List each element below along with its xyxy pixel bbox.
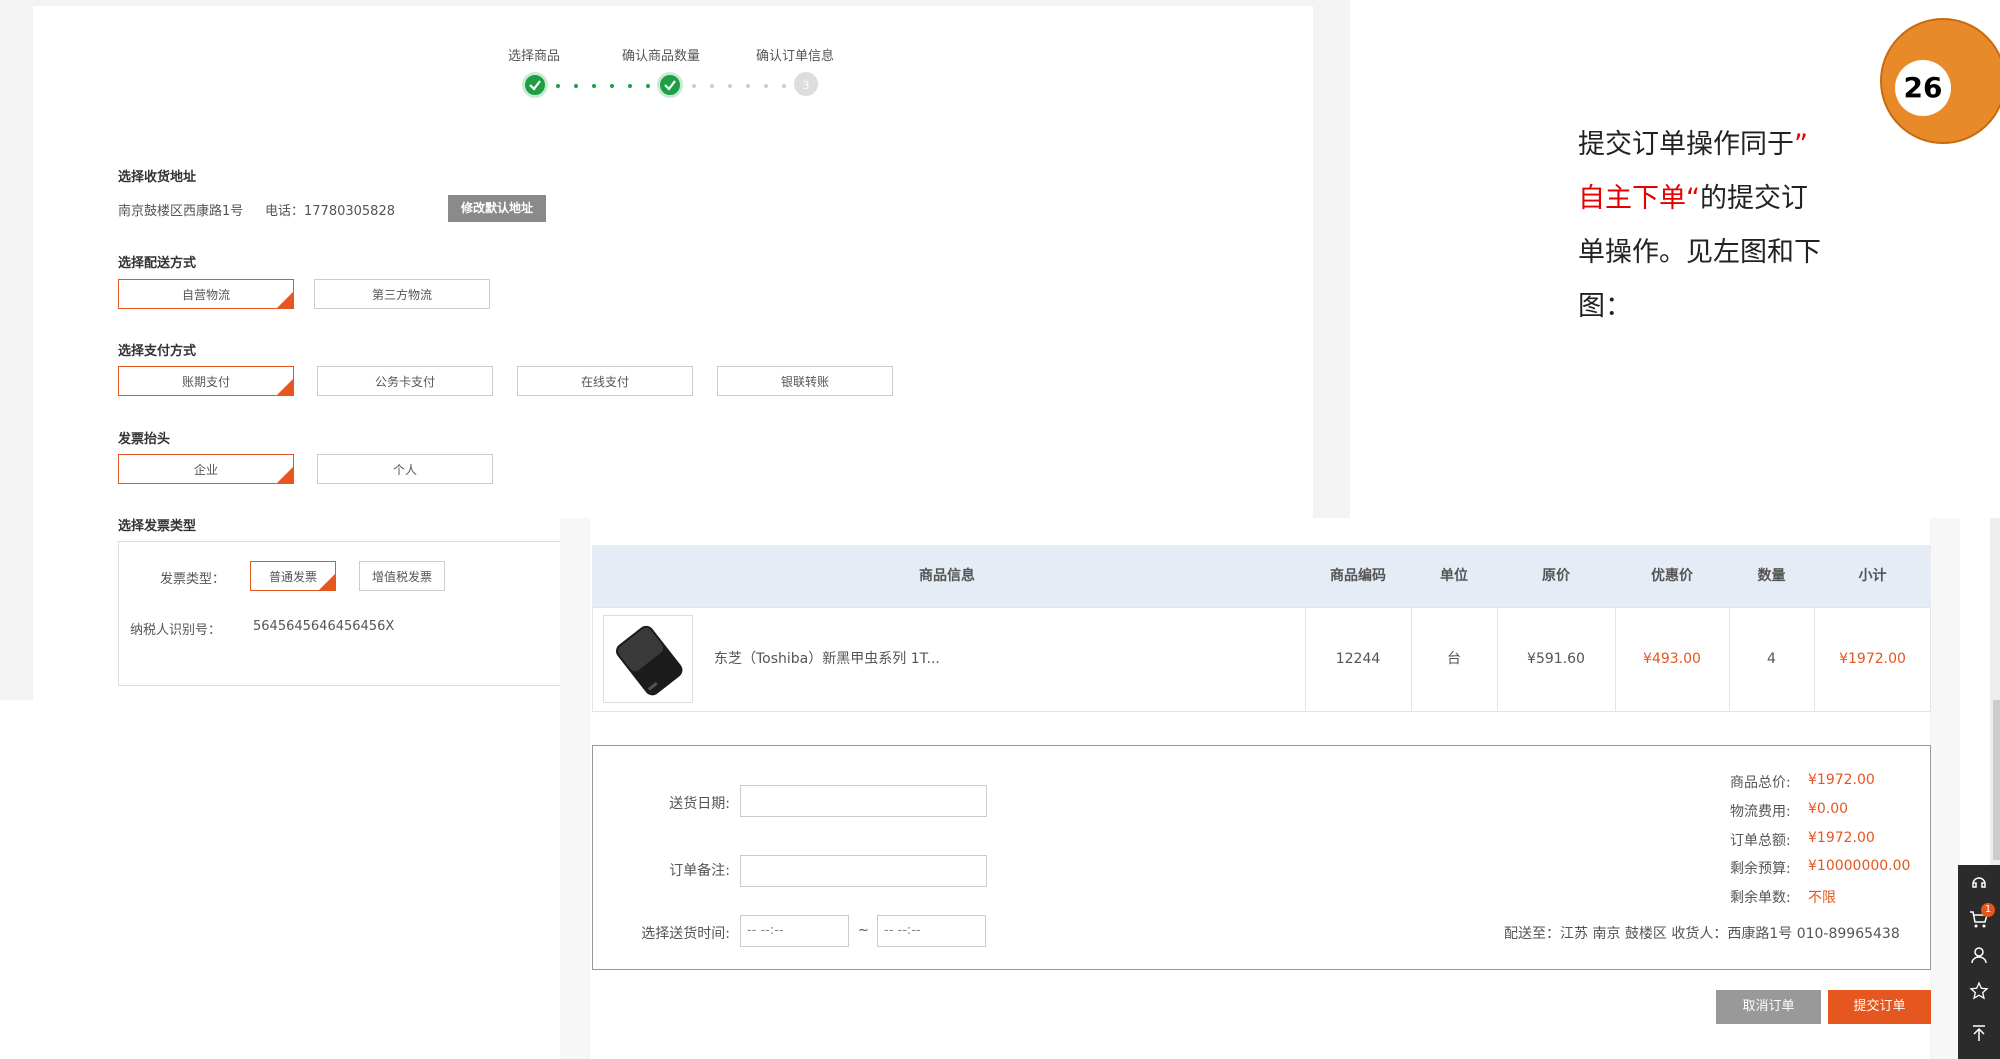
order-remark-label: 订单备注:	[669, 863, 730, 879]
taxpayer-id-label: 纳税人识别号：	[130, 623, 222, 638]
scrollbar-thumb[interactable]	[1993, 700, 2000, 860]
invoice-header-option-personal[interactable]: 个人	[317, 454, 493, 484]
col-header-original-price: 原价	[1542, 568, 1570, 584]
col-header-unit: 单位	[1440, 568, 1468, 584]
delivery-option-third-party[interactable]: 第三方物流	[314, 279, 490, 309]
delivery-time-label: 选择送货时间:	[641, 926, 730, 942]
payment-section-title: 选择支付方式	[118, 344, 197, 359]
col-header-discount-price: 优惠价	[1651, 568, 1693, 584]
note-line3: 单操作。见左图和下	[1578, 237, 1821, 268]
col-header-quantity: 数量	[1757, 568, 1786, 584]
invoice-header-section-title: 发票抬头	[118, 432, 171, 447]
remaining-orders-value: 不限	[1808, 890, 1836, 906]
delivery-date-label: 送货日期:	[669, 796, 730, 812]
step-1-check-icon	[522, 72, 548, 98]
product-discount-price: ¥493.00	[1643, 651, 1701, 667]
note-line2: 的提交订	[1700, 183, 1808, 214]
ship-to-info: 配送至：江苏 南京 鼓楼区 收货人：西康路1号 010-89965438	[1504, 926, 1900, 942]
remaining-orders-label: 剩余单数:	[1730, 890, 1791, 906]
order-total-label: 订单总额:	[1730, 833, 1791, 849]
delivery-time-to-input[interactable]: -- --:--	[877, 915, 986, 947]
invoice-type-option-normal[interactable]: 普通发票	[250, 561, 336, 591]
annotation-note: 提交订单操作同于” 自主下单“的提交订 单操作。见左图和下 图：	[1578, 118, 1848, 334]
delivery-time-from-input[interactable]: -- --:--	[740, 915, 849, 947]
star-icon[interactable]	[1958, 973, 2000, 1009]
note-line1: 提交订单操作同于	[1578, 129, 1794, 160]
delivery-option-self[interactable]: 自营物流	[118, 279, 294, 309]
shipping-fee-value: ¥0.00	[1808, 801, 1849, 817]
goods-total-label: 商品总价:	[1730, 775, 1791, 791]
hard-drive-image	[616, 625, 683, 696]
submit-order-button[interactable]: 提交订单	[1828, 990, 1931, 1024]
address-phone: 电话：17780305828	[265, 204, 395, 219]
product-name-link[interactable]: 东芝（Toshiba）新黑甲虫系列 1T...	[714, 607, 940, 712]
product-unit: 台	[1447, 651, 1461, 667]
shipping-fee-label: 物流费用:	[1730, 804, 1791, 820]
order-total-value: ¥1972.00	[1808, 830, 1875, 846]
slide-number: 26	[1895, 60, 1951, 116]
order-remark-input[interactable]	[740, 855, 987, 887]
step-label-3: 确认订单信息	[756, 49, 835, 64]
step-connector-1	[556, 84, 656, 88]
service-icon[interactable]	[1958, 865, 2000, 901]
note-highlight: 自主下单	[1578, 183, 1686, 214]
product-code: 12244	[1335, 651, 1381, 667]
delivery-date-input[interactable]	[740, 785, 987, 817]
remaining-budget-label: 剩余预算:	[1730, 861, 1791, 877]
product-subtotal: ¥1972.00	[1839, 651, 1906, 667]
product-original-price: ¥591.60	[1527, 651, 1585, 667]
col-header-subtotal: 小计	[1858, 568, 1887, 584]
invoice-header-option-company[interactable]: 企业	[118, 454, 294, 484]
payment-option-card[interactable]: 公务卡支付	[317, 366, 493, 396]
step-connector-2	[692, 84, 792, 88]
invoice-type-label: 发票类型：	[160, 572, 226, 587]
modify-address-button[interactable]: 修改默认地址	[448, 195, 546, 222]
step-label-1: 选择商品	[508, 49, 561, 64]
time-range-separator: ~	[858, 923, 869, 938]
invoice-type-box	[118, 541, 568, 686]
delivery-section-title: 选择配送方式	[118, 256, 197, 271]
note-line4: 图：	[1578, 291, 1632, 322]
invoice-type-option-vat[interactable]: 增值税发票	[359, 561, 445, 591]
invoice-type-section-title: 选择发票类型	[118, 519, 197, 534]
payment-option-credit[interactable]: 账期支付	[118, 366, 294, 396]
cancel-order-button[interactable]: 取消订单	[1716, 990, 1821, 1024]
product-thumbnail[interactable]	[603, 615, 693, 703]
note-quote-close: “	[1686, 183, 1700, 214]
address-section-title: 选择收货地址	[118, 170, 197, 185]
goods-total-value: ¥1972.00	[1808, 772, 1875, 788]
step-label-2: 确认商品数量	[622, 49, 701, 64]
user-icon[interactable]	[1958, 937, 2000, 973]
taxpayer-id-value: 5645645646456456X	[253, 619, 395, 634]
remaining-budget-value: ¥10000000.00	[1808, 858, 1911, 874]
step-2-check-icon	[657, 72, 683, 98]
to-top-icon[interactable]	[1958, 1015, 2000, 1051]
address-text: 南京鼓楼区西康路1号	[118, 204, 244, 219]
payment-option-bank[interactable]: 银联转账	[717, 366, 893, 396]
product-quantity: 4	[1767, 651, 1776, 667]
step-3-indicator: 3	[794, 72, 818, 96]
payment-option-online[interactable]: 在线支付	[517, 366, 693, 396]
col-header-product: 商品信息	[919, 568, 975, 584]
note-quote-open: ”	[1794, 129, 1808, 160]
col-header-code: 商品编码	[1330, 568, 1386, 584]
cart-count-badge: 1	[1981, 903, 1995, 917]
